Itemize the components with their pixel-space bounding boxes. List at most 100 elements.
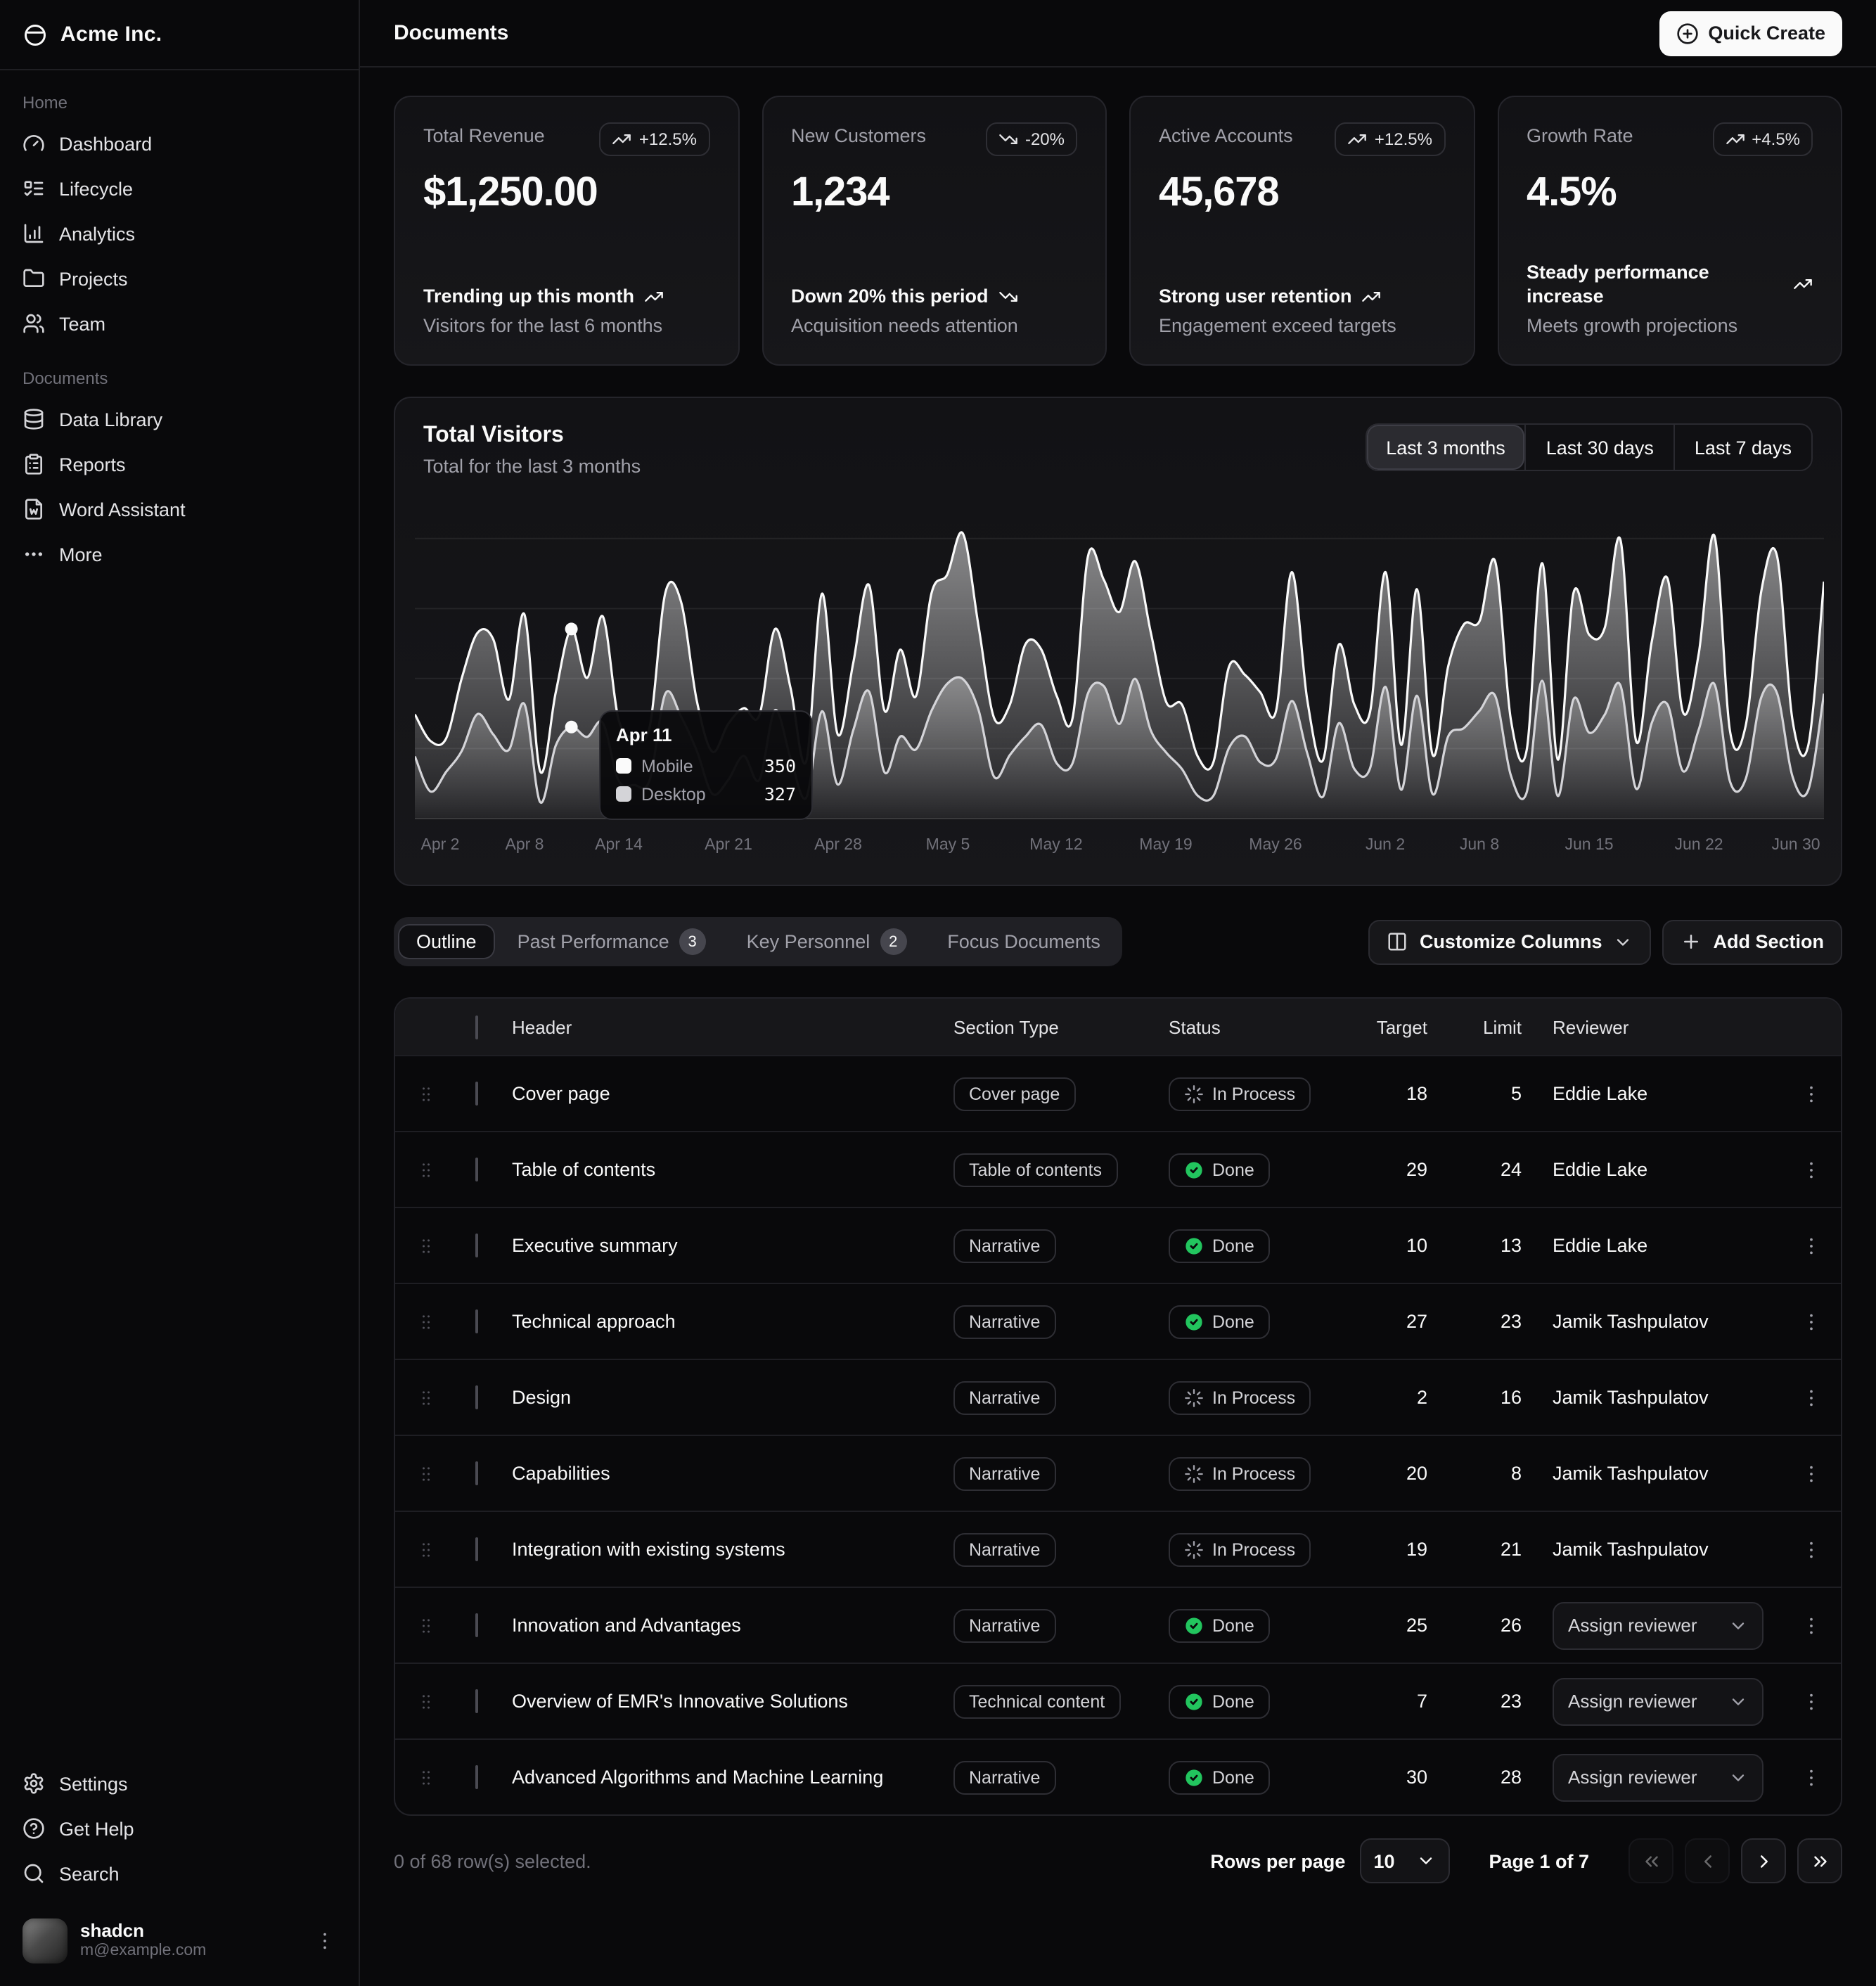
row-header[interactable]: Executive summary — [506, 1235, 953, 1256]
limit-value[interactable]: 13 — [1464, 1235, 1553, 1256]
target-value[interactable]: 27 — [1351, 1311, 1464, 1332]
row-checkbox[interactable] — [475, 1537, 478, 1561]
last-page-button[interactable] — [1797, 1838, 1842, 1883]
user-menu[interactable]: shadcn m@example.com — [11, 1910, 347, 1972]
limit-value[interactable]: 23 — [1464, 1311, 1553, 1332]
row-checkbox[interactable] — [475, 1613, 478, 1637]
drag-handle[interactable] — [395, 1388, 457, 1407]
select-all-checkbox[interactable] — [475, 1015, 478, 1039]
sidebar-item-team[interactable]: Team — [11, 301, 347, 346]
drag-handle[interactable] — [395, 1691, 457, 1711]
target-value[interactable]: 30 — [1351, 1767, 1464, 1788]
sidebar-item-dashboard[interactable]: Dashboard — [11, 121, 347, 166]
target-value[interactable]: 18 — [1351, 1083, 1464, 1104]
limit-value[interactable]: 21 — [1464, 1539, 1553, 1560]
add-section-button[interactable]: Add Section — [1662, 919, 1842, 964]
sidebar-item-more[interactable]: More — [11, 532, 347, 577]
row-header[interactable]: Integration with existing systems — [506, 1539, 953, 1560]
sidebar-item-reports[interactable]: Reports — [11, 442, 347, 487]
sidebar-item-settings[interactable]: Settings — [11, 1761, 347, 1806]
range-option-last-3-months[interactable]: Last 3 months — [1366, 425, 1525, 470]
assign-reviewer-select[interactable]: Assign reviewer — [1553, 1601, 1763, 1649]
row-header[interactable]: Overview of EMR's Innovative Solutions — [506, 1691, 953, 1712]
org-switcher[interactable]: Acme Inc. — [0, 0, 359, 70]
row-menu-button[interactable] — [1780, 1386, 1841, 1409]
row-menu-button[interactable] — [1780, 1614, 1841, 1636]
limit-value[interactable]: 8 — [1464, 1463, 1553, 1484]
assign-reviewer-select[interactable]: Assign reviewer — [1553, 1677, 1763, 1725]
drag-handle[interactable] — [395, 1463, 457, 1483]
assign-reviewer-select[interactable]: Assign reviewer — [1553, 1753, 1763, 1801]
target-value[interactable]: 29 — [1351, 1159, 1464, 1180]
tab-focus-documents[interactable]: Focus Documents — [929, 924, 1119, 959]
row-menu-button[interactable] — [1780, 1158, 1841, 1181]
range-option-last-7-days[interactable]: Last 7 days — [1673, 425, 1811, 470]
row-menu-button[interactable] — [1780, 1234, 1841, 1257]
drag-handle[interactable] — [395, 1236, 457, 1255]
ellipsis-icon — [23, 543, 45, 565]
row-checkbox[interactable] — [475, 1385, 478, 1409]
table-header-row: Header Section Type Status Target Limit … — [395, 999, 1841, 1055]
customize-columns-button[interactable]: Customize Columns — [1369, 919, 1652, 964]
row-header[interactable]: Cover page — [506, 1083, 953, 1104]
range-option-last-30-days[interactable]: Last 30 days — [1525, 425, 1673, 470]
sidebar-item-lifecycle[interactable]: Lifecycle — [11, 166, 347, 211]
row-header[interactable]: Design — [506, 1387, 953, 1408]
limit-value[interactable]: 26 — [1464, 1615, 1553, 1636]
row-header[interactable]: Table of contents — [506, 1159, 953, 1180]
limit-value[interactable]: 5 — [1464, 1083, 1553, 1104]
row-header[interactable]: Capabilities — [506, 1463, 953, 1484]
tab-key-personnel[interactable]: Key Personnel2 — [728, 921, 925, 962]
quick-create-button[interactable]: Quick Create — [1659, 11, 1842, 56]
target-value[interactable]: 10 — [1351, 1235, 1464, 1256]
target-value[interactable]: 25 — [1351, 1615, 1464, 1636]
limit-value[interactable]: 23 — [1464, 1691, 1553, 1712]
rows-per-page-select[interactable]: 10 — [1359, 1838, 1449, 1883]
limit-value[interactable]: 24 — [1464, 1159, 1553, 1180]
row-menu-button[interactable] — [1780, 1082, 1841, 1105]
tab-outline[interactable]: Outline — [398, 924, 495, 959]
row-header[interactable]: Advanced Algorithms and Machine Learning — [506, 1767, 953, 1788]
row-checkbox[interactable] — [475, 1765, 478, 1789]
row-menu-button[interactable] — [1780, 1538, 1841, 1561]
row-checkbox[interactable] — [475, 1689, 478, 1713]
row-checkbox[interactable] — [475, 1082, 478, 1106]
sidebar-item-word-assistant[interactable]: Word Assistant — [11, 487, 347, 532]
row-header[interactable]: Technical approach — [506, 1311, 953, 1332]
drag-handle[interactable] — [395, 1539, 457, 1559]
area-chart[interactable]: Apr 2Apr 8Apr 14Apr 21Apr 28May 5May 12M… — [415, 502, 1821, 871]
previous-page-button[interactable] — [1685, 1838, 1730, 1883]
drag-handle[interactable] — [395, 1312, 457, 1331]
row-menu-button[interactable] — [1780, 1766, 1841, 1788]
row-menu-button[interactable] — [1780, 1310, 1841, 1333]
row-header[interactable]: Innovation and Advantages — [506, 1615, 953, 1636]
row-checkbox[interactable] — [475, 1234, 478, 1257]
sidebar-item-projects[interactable]: Projects — [11, 256, 347, 301]
sidebar-item-get-help[interactable]: Get Help — [11, 1806, 347, 1851]
drag-handle[interactable] — [395, 1615, 457, 1635]
sidebar-item-search[interactable]: Search — [11, 1851, 347, 1896]
first-page-button[interactable] — [1628, 1838, 1673, 1883]
target-value[interactable]: 7 — [1351, 1691, 1464, 1712]
drag-handle[interactable] — [395, 1767, 457, 1787]
limit-value[interactable]: 16 — [1464, 1387, 1553, 1408]
sidebar-item-analytics[interactable]: Analytics — [11, 211, 347, 256]
row-menu-button[interactable] — [1780, 1462, 1841, 1485]
row-checkbox[interactable] — [475, 1309, 478, 1333]
reviewer-cell: Assign reviewer — [1553, 1677, 1780, 1725]
logo-icon — [23, 22, 48, 47]
row-menu-button[interactable] — [1780, 1690, 1841, 1712]
target-value[interactable]: 2 — [1351, 1387, 1464, 1408]
card-footer-subtitle: Engagement exceed targets — [1159, 315, 1445, 336]
tab-past-performance[interactable]: Past Performance3 — [499, 921, 724, 962]
limit-value[interactable]: 28 — [1464, 1767, 1553, 1788]
target-value[interactable]: 19 — [1351, 1539, 1464, 1560]
drag-handle[interactable] — [395, 1084, 457, 1103]
drag-handle[interactable] — [395, 1160, 457, 1179]
row-checkbox[interactable] — [475, 1158, 478, 1181]
sidebar-item-data-library[interactable]: Data Library — [11, 397, 347, 442]
next-page-button[interactable] — [1741, 1838, 1786, 1883]
more-vertical-icon[interactable] — [314, 1930, 336, 1952]
target-value[interactable]: 20 — [1351, 1463, 1464, 1484]
row-checkbox[interactable] — [475, 1461, 478, 1485]
